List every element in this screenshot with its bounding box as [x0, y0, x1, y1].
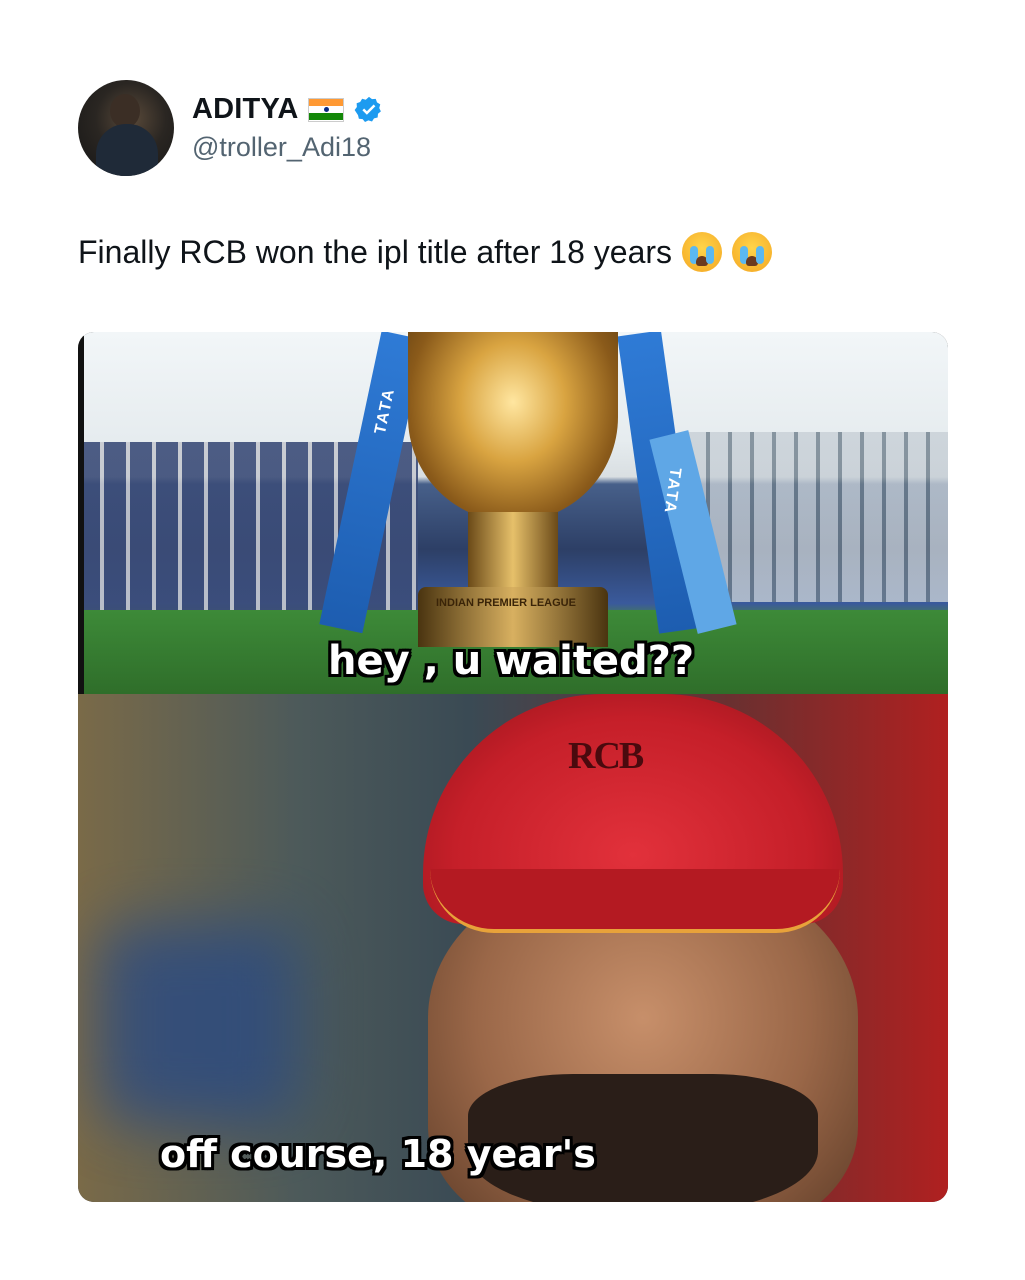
tweet-header: ADITYA @troller_Adi18	[78, 80, 384, 176]
display-name[interactable]: ADITYA	[192, 93, 298, 126]
stadium-stand-right	[688, 432, 948, 602]
user-handle[interactable]: @troller_Adi18	[192, 132, 384, 163]
avatar[interactable]	[78, 80, 174, 176]
image-edge	[78, 332, 84, 694]
verified-badge-icon	[355, 96, 382, 122]
ipl-trophy-cup	[408, 332, 618, 522]
india-flag-icon	[308, 97, 345, 122]
loudly-crying-face-icon	[682, 232, 723, 272]
blurred-background	[98, 924, 298, 1124]
meme-bottom-caption: off course, 18 year's	[160, 1132, 596, 1176]
tweet-media-image[interactable]: TATA TATA INDIAN PREMIER LEAGUE hey , u …	[78, 332, 948, 1202]
rcb-cap-brim	[430, 869, 840, 933]
meme-bottom-panel: RCB off course, 18 year's	[78, 694, 948, 1202]
tweet-text-row: Finally RCB won the ipl title after 18 y…	[78, 232, 773, 272]
loudly-crying-face-icon	[732, 232, 773, 272]
name-row: ADITYA	[192, 93, 384, 126]
meme-top-caption: hey , u waited??	[328, 638, 695, 684]
meme-top-panel: TATA TATA INDIAN PREMIER LEAGUE hey , u …	[78, 332, 948, 694]
user-info: ADITYA @troller_Adi18	[192, 93, 384, 163]
tweet-text: Finally RCB won the ipl title after 18 y…	[78, 233, 673, 270]
rcb-logo: RCB	[568, 735, 644, 777]
trophy-inscription: INDIAN PREMIER LEAGUE	[436, 597, 576, 609]
